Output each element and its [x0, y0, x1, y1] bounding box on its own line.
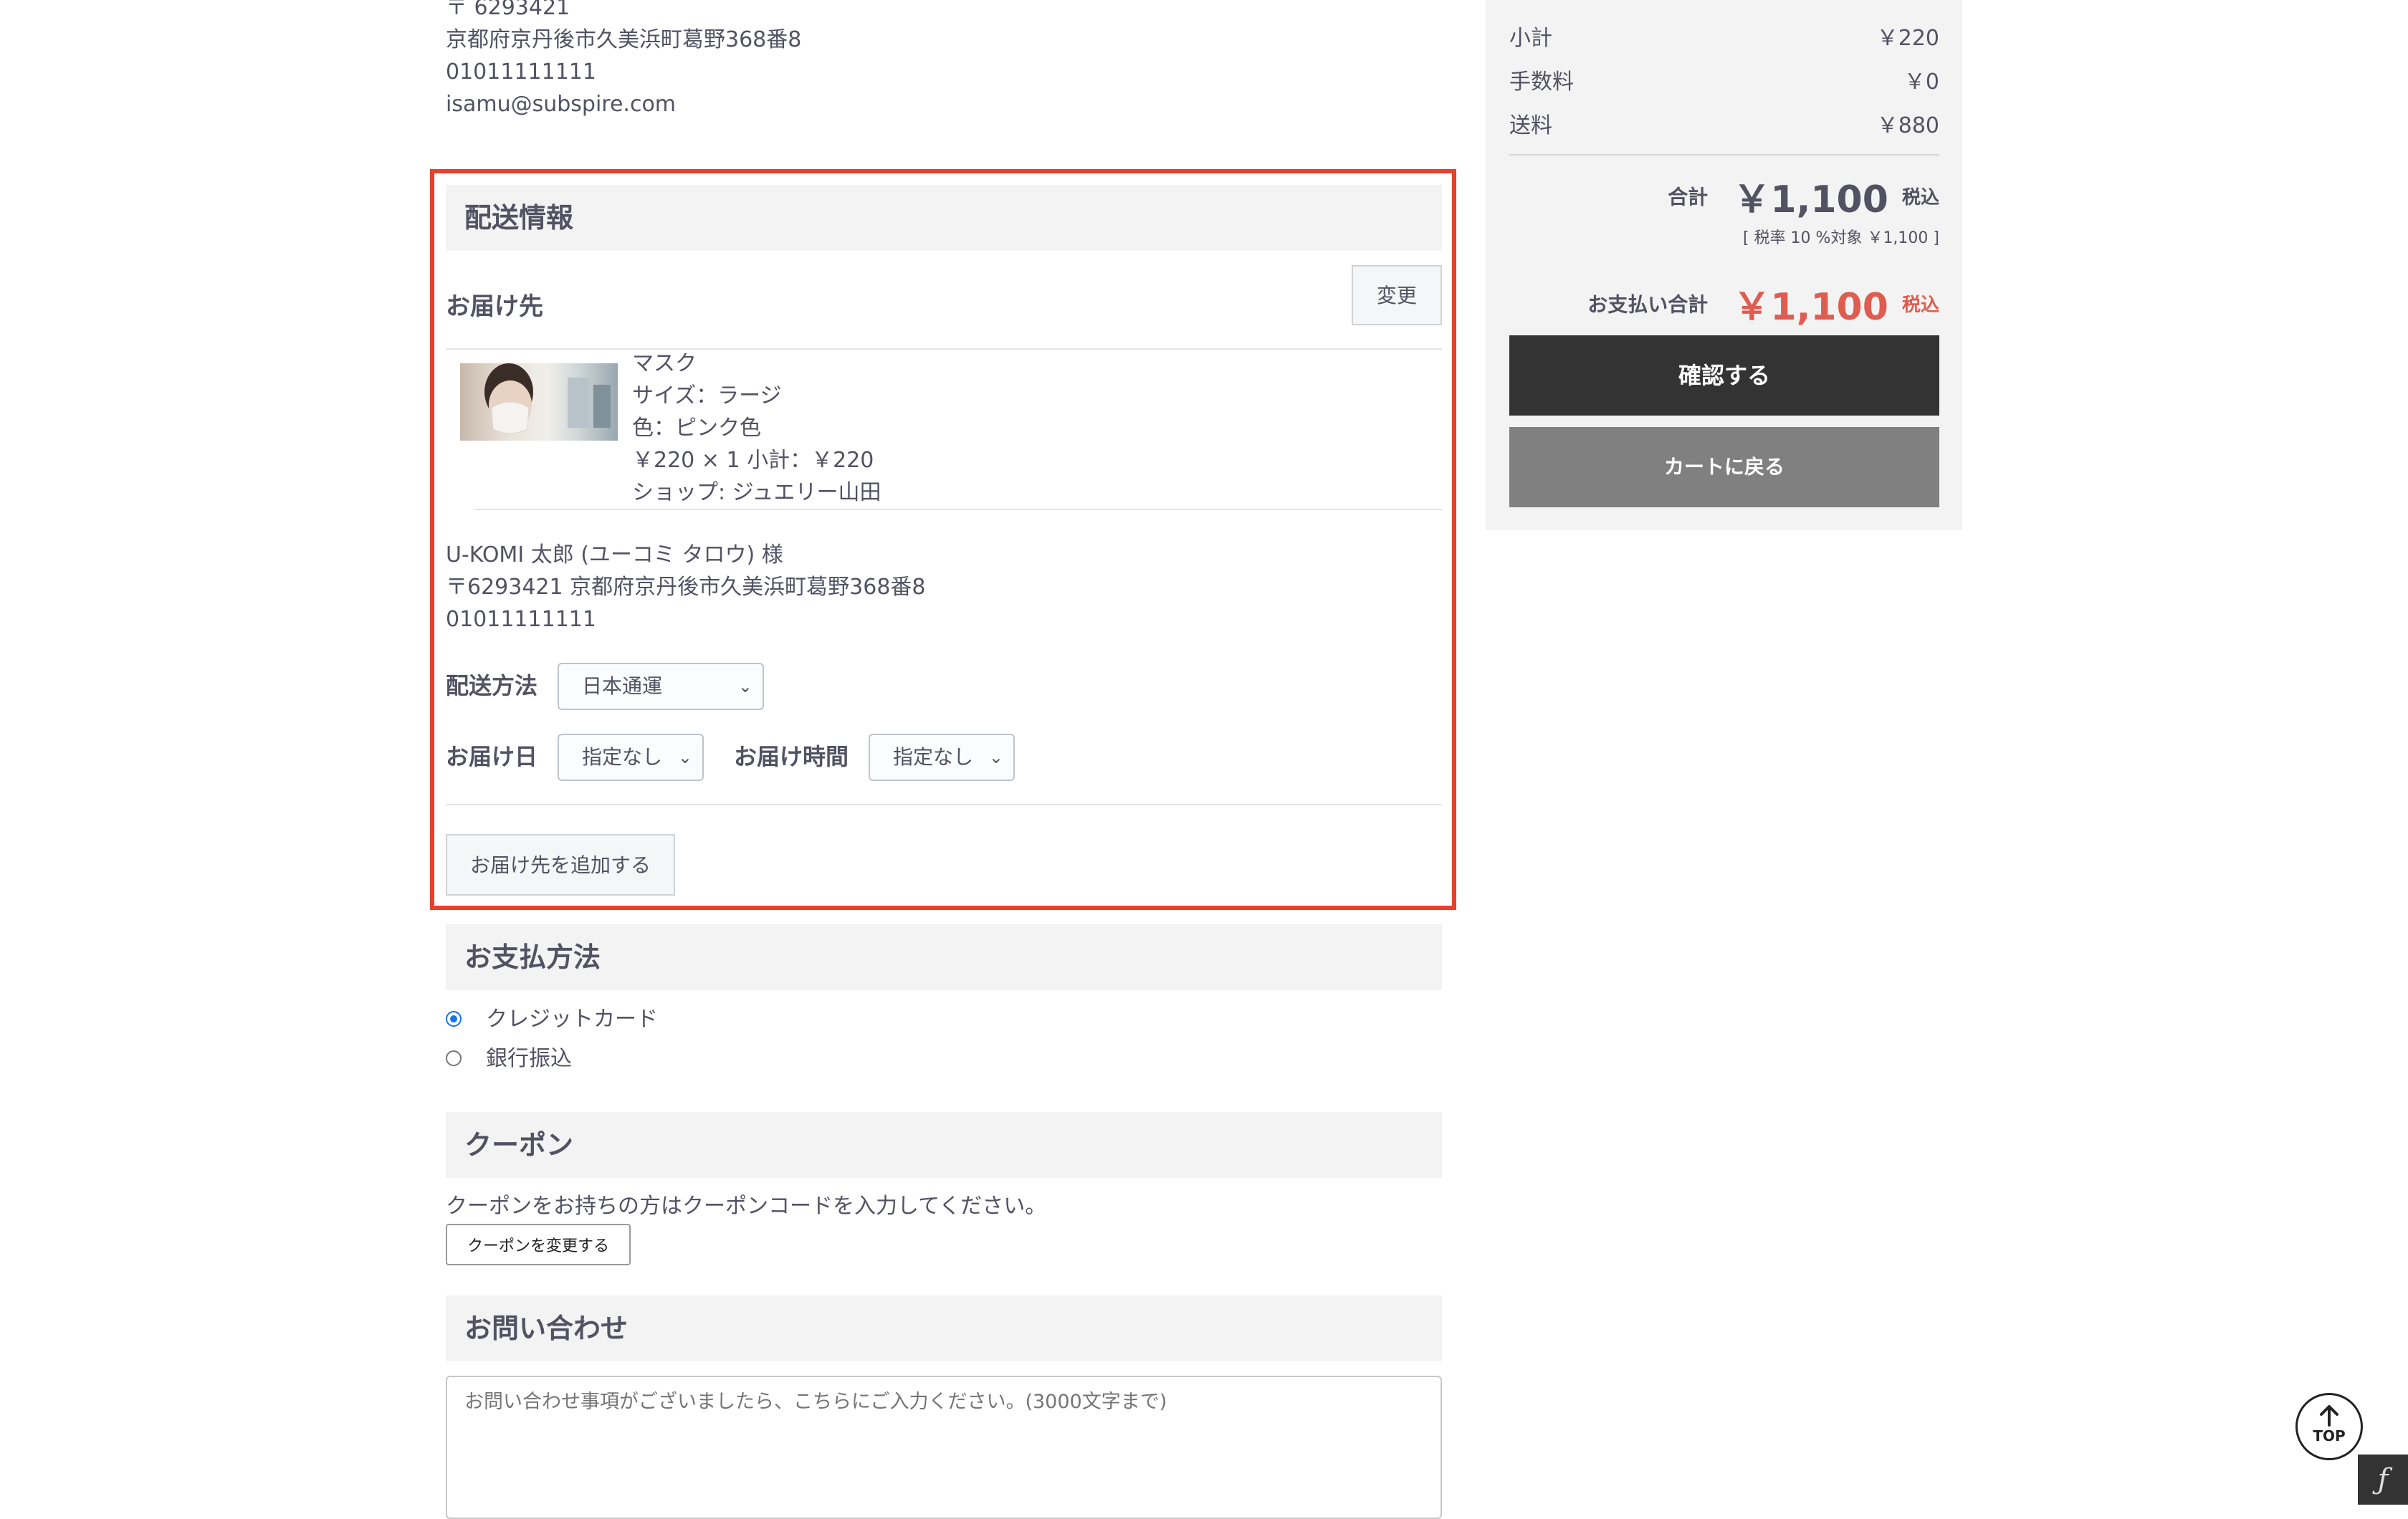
divider	[446, 804, 1442, 805]
payment-total-value: ￥1,100	[1733, 286, 1888, 329]
delivery-method-label: 配送方法	[446, 672, 538, 699]
tax-note: [ 税率 10 %対象 ￥1,100 ]	[1742, 229, 1939, 247]
delivery-method-value: 日本通運	[582, 674, 663, 698]
change-destination-button[interactable]: 変更	[1352, 265, 1442, 325]
destination-label: お届け先	[446, 292, 543, 321]
shipping-section-title: 配送情報	[446, 185, 1442, 251]
payment-total-row: お支払い合計 ￥1,100 税込	[1509, 277, 1939, 329]
subtotal-value: ￥220	[1876, 26, 1939, 51]
product-image-graphic	[484, 363, 611, 434]
page-top-button[interactable]: TOP	[2295, 1393, 2363, 1460]
payment-option-bank-label[interactable]: 銀行振込	[486, 1043, 572, 1075]
delivery-date-label: お届け日	[446, 743, 538, 770]
chevron-down-icon: ⌄	[677, 747, 692, 767]
divider	[1509, 154, 1939, 155]
payment-radio-bank[interactable]	[446, 1050, 462, 1066]
payment-total-label: お支払い合計	[1587, 292, 1709, 317]
symfony-logo-icon[interactable]: ƒ	[2358, 1455, 2408, 1505]
coupon-section-title: クーポン	[446, 1112, 1442, 1178]
payment-radio-credit[interactable]	[446, 1011, 462, 1027]
delivery-date-value: 指定なし	[582, 745, 663, 769]
shipping-fee-label: 送料	[1509, 113, 1552, 138]
recipient-name: U-KOMI 太郎 (ユーコミ タロウ) 様	[446, 542, 783, 567]
customer-postal: 〒 6293421	[446, 0, 570, 20]
delivery-time-label: お届け時間	[734, 743, 849, 770]
product-shop: ショップ: ジュエリー山田	[632, 480, 882, 505]
change-coupon-button[interactable]: クーポンを変更する	[446, 1224, 631, 1265]
product-size: サイズ：ラージ	[632, 383, 782, 408]
customer-address: 京都府京丹後市久美浜町葛野368番8	[446, 27, 802, 52]
product-name: マスク	[632, 351, 697, 376]
fee-label: 手数料	[1509, 70, 1574, 95]
recipient-address: 〒6293421 京都府京丹後市久美浜町葛野368番8	[446, 575, 926, 600]
divider	[446, 348, 1442, 350]
customer-phone: 01011111111	[446, 59, 596, 85]
chevron-down-icon: ⌄	[737, 676, 752, 696]
inquiry-textarea[interactable]	[446, 1376, 1442, 1519]
payment-section-title: お支払方法	[446, 924, 1442, 990]
delivery-time-value: 指定なし	[893, 745, 974, 769]
add-destination-button[interactable]: お届け先を追加する	[446, 834, 675, 896]
payment-option-credit-label[interactable]: クレジットカード	[486, 1003, 658, 1035]
total-row: 合計 ￥1,100 税込	[1509, 169, 1939, 221]
divider	[474, 509, 1442, 510]
product-color: 色：ピンク色	[632, 416, 761, 441]
fee-value: ￥0	[1903, 70, 1939, 95]
payment-total-tax-included: 税込	[1901, 294, 1939, 316]
product-price-line: ￥220 × 1 小計：￥220	[632, 448, 874, 473]
arrow-up-icon	[2320, 1405, 2338, 1427]
back-to-cart-button[interactable]: カートに戻る	[1509, 427, 1939, 507]
total-value: ￥1,100	[1733, 178, 1888, 221]
delivery-method-select[interactable]: 日本通運 ⌄	[558, 663, 764, 710]
inquiry-section-title: お問い合わせ	[446, 1295, 1442, 1361]
shipping-fee-value: ￥880	[1876, 113, 1939, 138]
product-image	[460, 363, 618, 441]
recipient-phone: 01011111111	[446, 607, 596, 632]
coupon-description: クーポンをお持ちの方はクーポンコードを入力してください。	[446, 1194, 1047, 1219]
confirm-button[interactable]: 確認する	[1509, 335, 1939, 416]
total-label: 合計	[1668, 185, 1709, 209]
chevron-down-icon: ⌄	[988, 747, 1003, 767]
delivery-time-select[interactable]: 指定なし ⌄	[869, 734, 1015, 781]
customer-email: isamu@subspire.com	[446, 92, 677, 117]
customer-info: 〒 6293421 京都府京丹後市久美浜町葛野368番8 01011111111…	[446, 0, 801, 120]
total-tax-included: 税込	[1901, 187, 1939, 209]
subtotal-label: 小計	[1509, 26, 1552, 51]
page-top-label: TOP	[2313, 1427, 2346, 1444]
delivery-date-select[interactable]: 指定なし ⌄	[558, 734, 704, 781]
